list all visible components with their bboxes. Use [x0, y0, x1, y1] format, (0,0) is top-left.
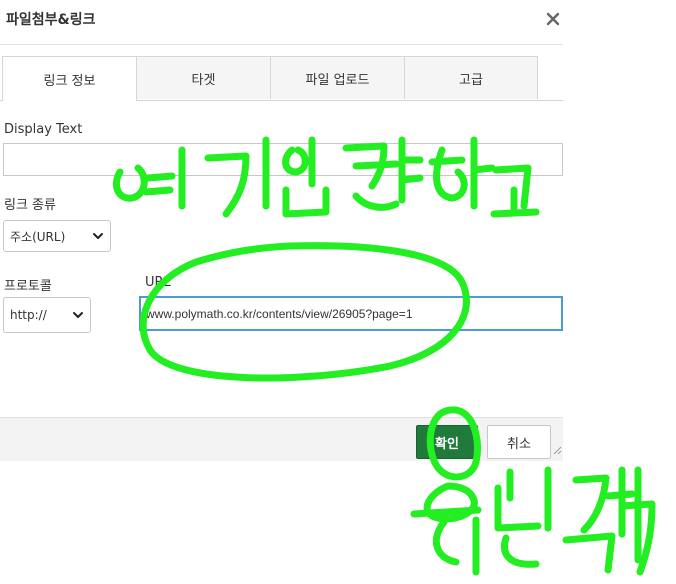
chevron-down-icon — [93, 233, 103, 239]
tab-target[interactable]: 타겟 — [136, 56, 271, 99]
chevron-down-icon — [73, 312, 83, 318]
protocol-label: 프로토콜 — [4, 279, 52, 294]
url-input[interactable]: www.polymath.co.kr/contents/view/26905?p… — [139, 296, 563, 331]
link-dialog: 파일첨부&링크 링크 정보 타겟 파일 업로드 고급 Display Text … — [0, 0, 563, 461]
tab-advanced[interactable]: 고급 — [404, 56, 538, 99]
close-icon[interactable] — [544, 10, 562, 28]
annotation-note-bottom — [410, 466, 656, 576]
tab-label: 링크 정보 — [43, 73, 96, 89]
display-text-input[interactable] — [3, 143, 563, 176]
ok-button[interactable]: 확인 — [416, 425, 478, 459]
protocol-select[interactable]: http:// — [3, 297, 91, 333]
tab-label: 타겟 — [191, 72, 216, 88]
link-type-select[interactable]: 주소(URL) — [3, 220, 111, 252]
dialog-footer: 확인 취소 — [0, 417, 563, 461]
link-type-label: 링크 종류 — [4, 198, 56, 213]
display-text-label: Display Text — [4, 122, 83, 137]
protocol-value: http:// — [10, 308, 47, 322]
resize-grip-icon[interactable] — [553, 446, 562, 455]
url-label: URL — [145, 275, 171, 290]
tab-file-upload[interactable]: 파일 업로드 — [270, 56, 405, 99]
tab-label: 파일 업로드 — [305, 72, 370, 88]
link-type-value: 주소(URL) — [10, 229, 66, 244]
dialog-title: 파일첨부&링크 — [6, 12, 96, 28]
cancel-button[interactable]: 취소 — [487, 425, 551, 459]
tab-bar: 링크 정보 타겟 파일 업로드 고급 — [0, 56, 563, 101]
tab-label: 고급 — [459, 72, 483, 88]
dialog-titlebar: 파일첨부&링크 — [0, 0, 563, 45]
tab-link-info[interactable]: 링크 정보 — [2, 56, 137, 101]
